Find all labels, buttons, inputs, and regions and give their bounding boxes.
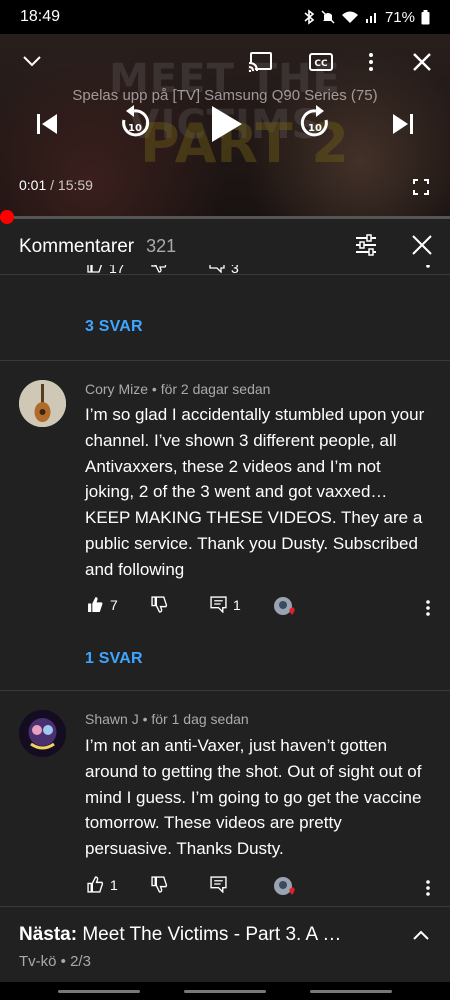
chevron-down-icon[interactable] bbox=[22, 54, 42, 68]
more-vert-icon[interactable] bbox=[425, 599, 431, 617]
total-time: / 15:59 bbox=[50, 177, 93, 193]
comment-actions: 7 1 bbox=[85, 596, 435, 620]
comment-actions: 1 bbox=[85, 876, 435, 900]
nav-handle bbox=[58, 990, 140, 993]
previous-icon[interactable] bbox=[35, 112, 59, 136]
close-icon[interactable] bbox=[412, 52, 432, 72]
next-icon[interactable] bbox=[391, 112, 415, 136]
up-next-bar[interactable]: Nästa: Meet The Victims - Part 3. A … Tv… bbox=[0, 906, 450, 982]
status-icons: 71% bbox=[303, 9, 430, 26]
like-count: 7 bbox=[110, 596, 118, 613]
comment-text: I’m so glad I accidentally stumbled upon… bbox=[85, 405, 425, 579]
partial-reply-count: 3 bbox=[231, 265, 239, 276]
rewind-seconds: 10 bbox=[128, 123, 142, 134]
comment-author-meta: Cory Mize • för 2 dagar sedan bbox=[85, 381, 271, 397]
creator-heart-icon bbox=[274, 877, 295, 895]
reply-icon bbox=[210, 596, 227, 613]
play-icon[interactable] bbox=[210, 104, 244, 144]
forward-10-icon[interactable]: 10 bbox=[298, 104, 334, 142]
svg-text:CC: CC bbox=[314, 59, 328, 69]
captions-icon[interactable]: CC bbox=[308, 51, 334, 73]
up-next-video-title: Meet The Victims - Part 3. A … bbox=[82, 924, 342, 945]
comments-count: 321 bbox=[146, 236, 177, 256]
comments-title: Kommentarer bbox=[19, 235, 135, 257]
dislike-icon bbox=[151, 596, 168, 613]
like-button[interactable]: 1 bbox=[87, 876, 118, 893]
sort-filter-icon[interactable] bbox=[354, 233, 378, 257]
wifi-icon bbox=[341, 11, 358, 23]
reply-icon bbox=[210, 876, 227, 893]
status-bar: 18:49 71% bbox=[0, 0, 450, 34]
comment-author-meta: Shawn J • för 1 dag sedan bbox=[85, 711, 249, 727]
like-icon bbox=[87, 876, 104, 893]
bluetooth-icon bbox=[304, 9, 315, 25]
like-icon[interactable] bbox=[87, 265, 103, 273]
status-time: 18:49 bbox=[20, 8, 61, 25]
view-replies-button[interactable]: 3 SVAR bbox=[85, 318, 143, 336]
close-comments-icon[interactable] bbox=[410, 233, 434, 257]
reply-button[interactable]: 1 bbox=[210, 596, 241, 613]
battery-percent: 71% bbox=[384, 8, 415, 26]
dislike-icon[interactable] bbox=[151, 265, 167, 273]
dislike-button[interactable] bbox=[151, 876, 168, 893]
up-next-title: Nästa: Meet The Victims - Part 3. A … bbox=[19, 924, 341, 946]
signal-icon bbox=[365, 13, 376, 23]
view-replies-button[interactable]: 1 SVAR bbox=[85, 650, 143, 668]
divider bbox=[0, 360, 450, 361]
queue-info: Tv-kö • 2/3 bbox=[19, 953, 91, 970]
like-filled-icon bbox=[88, 597, 103, 612]
chevron-up-icon[interactable] bbox=[412, 929, 430, 941]
creator-heart-icon bbox=[274, 597, 295, 615]
nav-handle bbox=[310, 990, 392, 993]
more-vert-icon[interactable] bbox=[425, 265, 431, 275]
more-vert-icon[interactable] bbox=[425, 879, 431, 897]
fullscreen-icon[interactable] bbox=[413, 179, 429, 195]
partial-comment-actions: 17 3 bbox=[85, 265, 435, 285]
reply-icon[interactable] bbox=[209, 265, 225, 273]
playing-on-device: Spelas upp på [TV] Samsung Q90 Series (7… bbox=[72, 87, 378, 104]
partial-like-count: 17 bbox=[109, 265, 125, 276]
more-vert-icon[interactable] bbox=[366, 51, 376, 73]
dislike-icon bbox=[151, 876, 168, 893]
rewind-10-icon[interactable]: 10 bbox=[116, 104, 152, 142]
avatar[interactable] bbox=[19, 710, 66, 757]
reply-button[interactable] bbox=[210, 876, 227, 893]
current-time: 0:01 bbox=[19, 177, 47, 193]
nav-handle bbox=[184, 990, 266, 993]
system-nav-bar bbox=[0, 982, 450, 1000]
video-player[interactable]: MEET THE VICTIMS PART 2 CC Spelas upp på… bbox=[0, 34, 450, 216]
forward-seconds: 10 bbox=[308, 123, 322, 134]
like-count: 1 bbox=[110, 876, 118, 893]
comment-text: I’m not an anti-Vaxer, just haven’t gott… bbox=[85, 736, 422, 859]
like-button[interactable]: 7 bbox=[87, 596, 118, 613]
mute-icon bbox=[321, 10, 335, 24]
portrait-avatar-icon bbox=[19, 710, 66, 757]
reply-count: 1 bbox=[233, 596, 241, 613]
dislike-button[interactable] bbox=[151, 596, 168, 613]
avatar[interactable] bbox=[19, 380, 66, 427]
battery-icon bbox=[421, 9, 430, 24]
guitar-avatar-icon bbox=[19, 380, 66, 427]
up-next-label: Nästa: bbox=[19, 924, 78, 945]
time-display: 0:01 / 15:59 bbox=[19, 177, 93, 193]
cast-icon[interactable] bbox=[247, 51, 273, 73]
divider bbox=[0, 690, 450, 691]
